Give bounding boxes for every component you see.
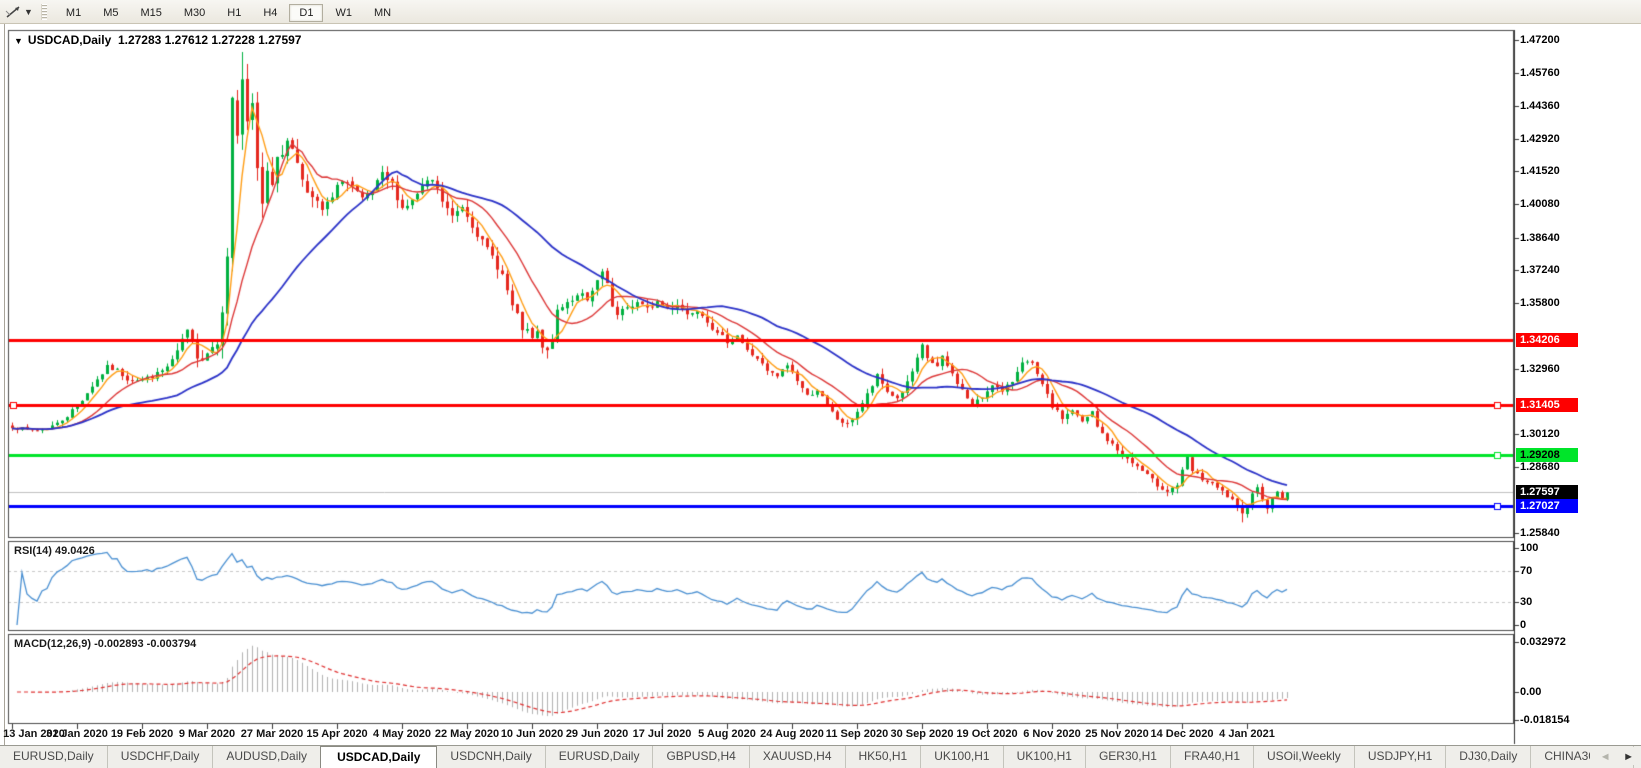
price-tick-label: 1.30120 bbox=[1520, 428, 1560, 441]
symbol-tab-audusd-daily[interactable]: AUDUSD,Daily bbox=[212, 746, 320, 768]
symbol-tab-uk100-h1[interactable]: UK100,H1 bbox=[920, 746, 1002, 768]
date-tick-label: 4 May 2020 bbox=[372, 728, 432, 740]
price-tick-label: 1.32960 bbox=[1520, 362, 1560, 375]
symbol-tab-usdchf-daily[interactable]: USDCHF,Daily bbox=[106, 746, 213, 768]
price-tick-label: 1.42920 bbox=[1520, 132, 1560, 145]
symbol-tab-gbpusd-h4[interactable]: GBPUSD,H4 bbox=[652, 746, 748, 768]
chart-symbol: USDCAD,Daily bbox=[27, 33, 112, 47]
price-tick-label: 1.35800 bbox=[1520, 297, 1560, 310]
tab-scroll-right-icon[interactable]: ► bbox=[1623, 751, 1634, 763]
date-tick-label: 27 Mar 2020 bbox=[240, 728, 304, 740]
price-tick-label: 1.40080 bbox=[1520, 198, 1560, 211]
date-tick-label: 19 Oct 2020 bbox=[956, 728, 1018, 740]
price-tick-label: 1.28680 bbox=[1520, 461, 1560, 474]
tab-scroll-left-icon[interactable]: ◄ bbox=[1600, 751, 1611, 763]
symbol-tab-ger30-h1[interactable]: GER30,H1 bbox=[1084, 746, 1170, 768]
symbol-tab-usdcad-daily[interactable]: USDCAD,Daily bbox=[320, 746, 438, 768]
rsi-tick-label: 100 bbox=[1520, 542, 1539, 554]
date-tick-label: 4 Jan 2021 bbox=[1219, 728, 1275, 740]
price-line-badge: 1.34206 bbox=[1516, 332, 1578, 347]
date-tick-label: 9 Mar 2020 bbox=[178, 728, 236, 740]
date-tick-label: 5 Aug 2020 bbox=[698, 728, 756, 740]
date-tick-label: 29 Jun 2020 bbox=[565, 728, 629, 740]
date-tick-label: 25 Nov 2020 bbox=[1085, 728, 1149, 740]
macd-tick-label: 0.032972 bbox=[1520, 636, 1566, 648]
chart-dropdown-icon[interactable]: ▼ bbox=[14, 36, 23, 46]
price-tick-label: 1.44360 bbox=[1520, 99, 1560, 112]
price-tick-label: 1.45760 bbox=[1520, 67, 1560, 80]
price-tick-label: 1.38640 bbox=[1520, 231, 1560, 244]
macd-label: MACD(12,26,9) -0.002893 -0.003794 bbox=[14, 638, 197, 650]
symbol-tab-usdcnh-daily[interactable]: USDCNH,Daily bbox=[437, 746, 544, 768]
rsi-tick-label: 0 bbox=[1520, 619, 1527, 631]
date-tick-label: 6 Nov 2020 bbox=[1023, 728, 1081, 740]
macd-tick-label: -0.018154 bbox=[1520, 713, 1570, 726]
date-tick-label: 19 Feb 2020 bbox=[110, 728, 174, 740]
date-tick-label: 11 Sep 2020 bbox=[825, 728, 889, 740]
tab-scroll-arrows: ◄ ► bbox=[1589, 747, 1638, 765]
chart-title: ▼ USDCAD,Daily 1.27283 1.27612 1.27228 1.… bbox=[14, 33, 301, 47]
price-chart-canvas[interactable] bbox=[0, 0, 1641, 768]
symbol-tab-usoil-weekly[interactable]: USOil,Weekly bbox=[1253, 746, 1354, 768]
symbol-tab-hk50-h1[interactable]: HK50,H1 bbox=[844, 746, 921, 768]
price-tick-label: 1.47200 bbox=[1520, 34, 1560, 46]
symbol-tab-fra40-h1[interactable]: FRA40,H1 bbox=[1169, 746, 1253, 768]
date-tick-label: 15 Apr 2020 bbox=[306, 728, 368, 740]
date-tick-label: 30 Sep 2020 bbox=[890, 728, 954, 740]
price-tick-label: 1.37240 bbox=[1520, 263, 1560, 276]
rsi-tick-label: 30 bbox=[1520, 595, 1533, 608]
price-line-badge: 1.27027 bbox=[1516, 498, 1578, 513]
symbol-tab-dj30-daily[interactable]: DJ30,Daily bbox=[1445, 746, 1530, 768]
date-tick-label: 14 Dec 2020 bbox=[1150, 728, 1214, 740]
mt4-window: ▼ M1M5M15M30H1H4D1W1MN ▼USDCAD,Daily 1.2… bbox=[0, 0, 1641, 768]
symbol-tab-eurusd-daily[interactable]: EURUSD,Daily bbox=[544, 746, 653, 768]
symbol-tabbar: EURUSD,Daily USDCHF,Daily AUDUSD,Daily USDC… bbox=[0, 745, 1641, 768]
macd-tick-label: 0.00 bbox=[1520, 686, 1542, 698]
price-tick-label: 1.41520 bbox=[1520, 165, 1560, 178]
price-line-badge: 1.29208 bbox=[1516, 448, 1578, 463]
date-tick-label: 22 May 2020 bbox=[434, 728, 500, 740]
rsi-tick-label: 70 bbox=[1520, 565, 1533, 578]
price-tick-label: 1.25840 bbox=[1520, 526, 1560, 539]
date-tick-label: 24 Aug 2020 bbox=[760, 728, 824, 740]
date-tick-label: 17 Jul 2020 bbox=[632, 728, 692, 740]
price-line-badge: 1.27597 bbox=[1516, 485, 1578, 500]
date-tick-label: 31 Jan 2020 bbox=[46, 728, 108, 740]
symbol-tab-uk100-h1[interactable]: UK100,H1 bbox=[1002, 746, 1085, 768]
date-tick-label: 10 Jun 2020 bbox=[500, 728, 564, 740]
price-line-badge: 1.31405 bbox=[1516, 397, 1578, 412]
rsi-label: RSI(14) 49.0426 bbox=[14, 545, 95, 557]
symbol-tab-eurusd-daily[interactable]: EURUSD,Daily bbox=[0, 746, 107, 768]
symbol-tab-xauusd-h4[interactable]: XAUUSD,H4 bbox=[748, 746, 845, 768]
symbol-tab-usdjpy-h1[interactable]: USDJPY,H1 bbox=[1353, 746, 1445, 768]
chart-ohlc: 1.27283 1.27612 1.27228 1.27597 bbox=[117, 33, 302, 47]
